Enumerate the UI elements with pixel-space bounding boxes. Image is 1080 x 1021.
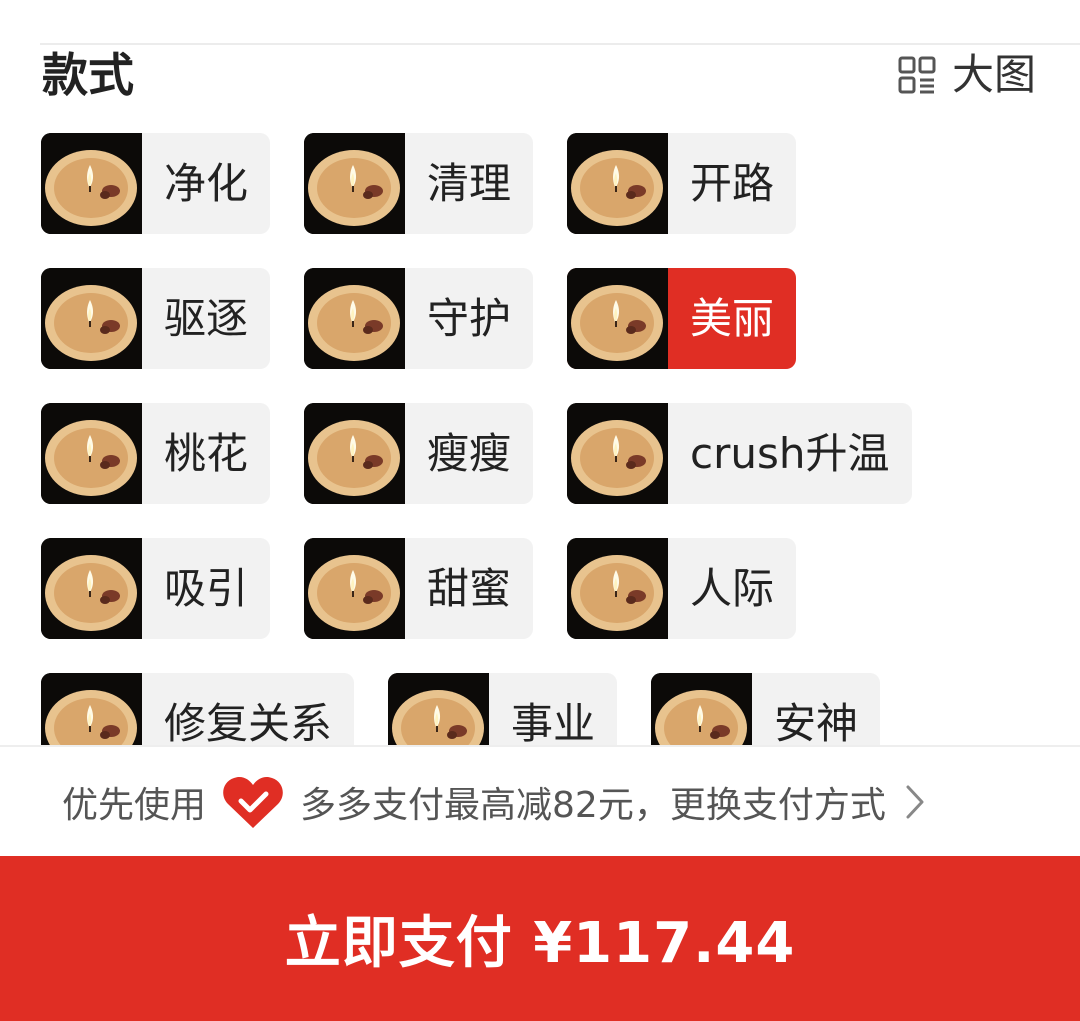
style-option[interactable]: 修复关系 xyxy=(41,673,355,745)
style-option[interactable]: 守护 xyxy=(304,268,534,369)
payment-prefix-text: 优先使用 xyxy=(62,784,207,826)
style-option[interactable]: crush升温 xyxy=(567,403,912,504)
style-option-label: 桃花 xyxy=(164,429,249,478)
large-image-view-toggle[interactable]: 大图 xyxy=(898,50,1036,100)
grid-view-icon xyxy=(898,56,936,94)
style-option[interactable]: 甜蜜 xyxy=(304,538,534,639)
candle-thumbnail-icon xyxy=(388,673,490,745)
section-title: 款式 xyxy=(42,48,134,102)
candle-thumbnail-icon xyxy=(567,403,669,504)
style-option[interactable]: 驱逐 xyxy=(41,268,271,369)
view-toggle-label: 大图 xyxy=(951,50,1036,99)
candle-thumbnail-icon xyxy=(304,268,406,369)
heart-check-icon xyxy=(223,776,283,828)
style-option[interactable]: 清理 xyxy=(304,133,534,234)
candle-thumbnail-icon xyxy=(41,403,142,504)
candle-thumbnail-icon xyxy=(651,673,753,745)
style-option-label: 修复关系 xyxy=(164,699,333,745)
style-option-label: 安神 xyxy=(774,699,859,745)
payment-method-notice[interactable]: 优先使用 多多支付最高减82元，更换支付方式 xyxy=(0,745,1080,856)
style-option[interactable]: 桃花 xyxy=(41,403,271,504)
style-option[interactable]: 人际 xyxy=(567,538,797,639)
pay-now-label: 立即支付 ¥117.44 xyxy=(284,911,796,976)
style-option-label: 开路 xyxy=(690,159,775,208)
candle-thumbnail-icon xyxy=(41,268,142,369)
candle-thumbnail-icon xyxy=(41,673,142,745)
style-option-label: 美丽 xyxy=(690,294,775,343)
candle-thumbnail-icon xyxy=(567,133,669,234)
style-option-label: 甜蜜 xyxy=(427,564,512,613)
style-option[interactable]: 净化 xyxy=(41,133,271,234)
style-option-label: 瘦瘦 xyxy=(427,429,512,478)
style-option-label: crush升温 xyxy=(690,429,890,478)
candle-thumbnail-icon xyxy=(567,268,669,369)
candle-thumbnail-icon xyxy=(567,538,669,639)
style-option[interactable]: 美丽 xyxy=(567,268,797,369)
style-option-label: 净化 xyxy=(164,159,249,208)
style-option[interactable]: 吸引 xyxy=(41,538,271,639)
chevron-right-icon xyxy=(906,785,924,818)
payment-discount-message: 多多支付最高减82元，更换支付方式 xyxy=(300,784,886,826)
style-option-label: 驱逐 xyxy=(164,294,249,343)
style-option-label: 清理 xyxy=(427,159,512,208)
style-option-label: 吸引 xyxy=(164,564,249,613)
candle-thumbnail-icon xyxy=(304,403,406,504)
style-option-label: 人际 xyxy=(690,564,775,613)
style-option[interactable]: 开路 xyxy=(567,133,797,234)
candle-thumbnail-icon xyxy=(41,538,142,639)
style-option[interactable]: 安神 xyxy=(651,673,881,745)
style-options-area: 净化 清理 开路驱逐 守护 美丽桃花 瘦瘦 crush升温吸引 甜蜜 人际修复关系 事业 安神 xyxy=(0,130,1080,745)
candle-thumbnail-icon xyxy=(304,133,406,234)
style-option-label: 守护 xyxy=(427,294,512,343)
style-option-label: 事业 xyxy=(511,699,596,745)
candle-thumbnail-icon xyxy=(41,133,142,234)
top-divider xyxy=(40,43,1080,45)
style-option[interactable]: 事业 xyxy=(388,673,618,745)
style-option[interactable]: 瘦瘦 xyxy=(304,403,534,504)
candle-thumbnail-icon xyxy=(304,538,406,639)
pay-now-button[interactable]: 立即支付 ¥117.44 xyxy=(0,856,1080,1021)
style-options-grid: 净化 清理 开路驱逐 守护 美丽桃花 瘦瘦 crush升温吸引 甜蜜 人际修复关系 事业 安神 xyxy=(41,133,1051,745)
